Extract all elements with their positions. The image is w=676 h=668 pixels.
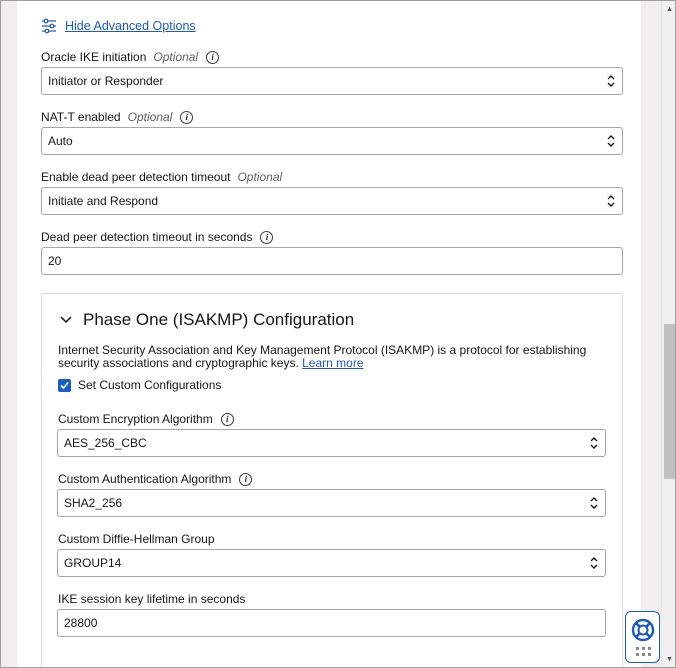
lifetime-label-text: IKE session key lifetime in seconds	[58, 592, 246, 606]
right-gutter	[641, 1, 661, 667]
nat-t-label-text: NAT-T enabled	[41, 110, 121, 124]
chevron-up-down-icon	[590, 497, 598, 509]
set-custom-configurations-row[interactable]: Set Custom Configurations	[58, 377, 221, 393]
info-icon[interactable]: i	[180, 110, 194, 124]
vertical-scrollbar[interactable]: ▲ ▼	[661, 1, 675, 667]
authentication-select[interactable]: SHA2_256	[57, 489, 606, 517]
ike-initiation-label-text: Oracle IKE initiation	[41, 50, 147, 64]
dpd-select[interactable]: Initiate and Respond	[41, 187, 623, 215]
dpd-timeout-label: Dead peer detection timeout in seconds i	[41, 229, 274, 245]
sliders-icon	[42, 18, 56, 34]
encryption-label: Custom Encryption Algorithm i	[58, 411, 234, 427]
set-custom-configurations-label: Set Custom Configurations	[78, 378, 222, 392]
scroll-thumb[interactable]	[664, 324, 675, 479]
dpd-label: Enable dead peer detection timeout Optio…	[41, 169, 282, 185]
set-custom-configurations-checkbox[interactable]	[58, 378, 71, 392]
phase-one-title: Phase One (ISAKMP) Configuration	[83, 310, 355, 329]
lifetime-label: IKE session key lifetime in seconds	[58, 591, 245, 607]
hide-advanced-options-link[interactable]: Hide Advanced Options	[41, 16, 196, 36]
authentication-value: SHA2_256	[64, 496, 123, 510]
phase-one-description: Internet Security Association and Key Ma…	[58, 344, 618, 370]
chevron-up-down-icon	[590, 557, 598, 569]
dpd-value: Initiate and Respond	[48, 194, 159, 208]
learn-more-link[interactable]: Learn more	[302, 356, 363, 370]
ike-initiation-select[interactable]: Initiator or Responder	[41, 67, 623, 95]
info-icon[interactable]: i	[260, 230, 274, 244]
dpd-timeout-input[interactable]: 20	[41, 247, 623, 275]
dpd-timeout-label-text: Dead peer detection timeout in seconds	[41, 230, 253, 244]
scroll-up-icon[interactable]: ▲	[662, 1, 675, 18]
info-icon[interactable]: i	[220, 412, 234, 426]
left-gutter	[1, 1, 17, 667]
ike-initiation-value: Initiator or Responder	[48, 74, 164, 88]
encryption-select[interactable]: AES_256_CBC	[57, 429, 606, 457]
nat-t-label: NAT-T enabled Optional i	[41, 109, 194, 125]
scroll-down-icon[interactable]: ▼	[662, 651, 675, 667]
info-icon[interactable]: i	[206, 50, 220, 64]
chevron-up-down-icon	[607, 195, 615, 207]
nat-t-select[interactable]: Auto	[41, 127, 623, 155]
authentication-label: Custom Authentication Algorithm i	[58, 471, 253, 487]
help-button[interactable]	[625, 611, 660, 663]
encryption-value: AES_256_CBC	[64, 436, 147, 450]
checkmark-icon	[60, 381, 69, 389]
ike-initiation-label: Oracle IKE initiation Optional i	[41, 49, 220, 65]
chevron-up-down-icon	[590, 437, 598, 449]
optional-tag: Optional	[237, 170, 283, 184]
dpd-label-text: Enable dead peer detection timeout	[41, 170, 231, 184]
info-icon[interactable]: i	[239, 472, 253, 486]
encryption-label-text: Custom Encryption Algorithm	[58, 412, 213, 426]
authentication-label-text: Custom Authentication Algorithm	[58, 472, 232, 486]
chevron-up-down-icon	[607, 75, 615, 87]
optional-tag: Optional	[153, 50, 199, 64]
phase-one-header[interactable]: Phase One (ISAKMP) Configuration	[59, 308, 354, 332]
lifetime-value: 28800	[64, 616, 98, 630]
dh-group-label-text: Custom Diffie-Hellman Group	[58, 532, 215, 546]
chevron-up-down-icon	[607, 135, 615, 147]
dh-group-label: Custom Diffie-Hellman Group	[58, 531, 215, 547]
chevron-down-icon	[60, 316, 72, 324]
dh-group-select[interactable]: GROUP14	[57, 549, 606, 577]
lifetime-input[interactable]: 28800	[57, 609, 606, 637]
dh-group-value: GROUP14	[64, 556, 122, 570]
nat-t-value: Auto	[48, 134, 73, 148]
lifebuoy-icon	[631, 618, 655, 656]
optional-tag: Optional	[127, 110, 173, 124]
hide-advanced-options-label: Hide Advanced Options	[65, 19, 196, 33]
dpd-timeout-value: 20	[48, 254, 62, 268]
app-window: Hide Advanced Options Oracle IKE initiat…	[0, 0, 676, 668]
